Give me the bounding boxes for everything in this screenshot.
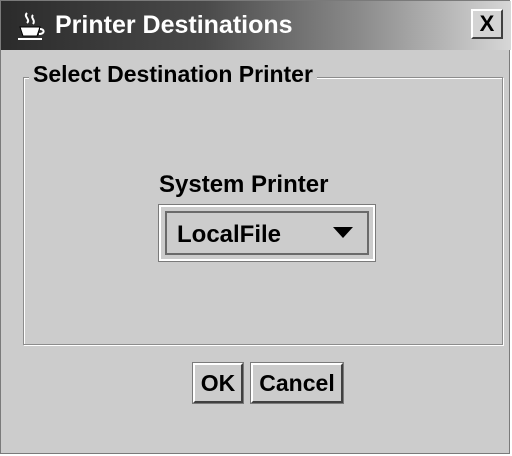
selected-printer-value: LocalFile: [177, 221, 282, 248]
printer-destinations-dialog: Printer Destinations X Select Destinatio…: [0, 0, 511, 454]
close-button[interactable]: X: [471, 9, 503, 39]
window-title: Printer Destinations: [55, 11, 293, 39]
dropdown-frame: LocalFile: [165, 211, 369, 255]
system-printer-dropdown[interactable]: LocalFile: [158, 204, 376, 262]
group-title: Select Destination Printer: [29, 59, 317, 89]
triangle-down-icon[interactable]: [333, 227, 353, 238]
java-coffee-cup-icon: [13, 9, 47, 43]
ok-button[interactable]: OK: [192, 362, 244, 404]
close-icon: X: [479, 11, 495, 36]
system-printer-label: System Printer: [159, 171, 329, 198]
title-bar[interactable]: Printer Destinations X: [1, 1, 511, 50]
cancel-button[interactable]: Cancel: [250, 362, 344, 404]
